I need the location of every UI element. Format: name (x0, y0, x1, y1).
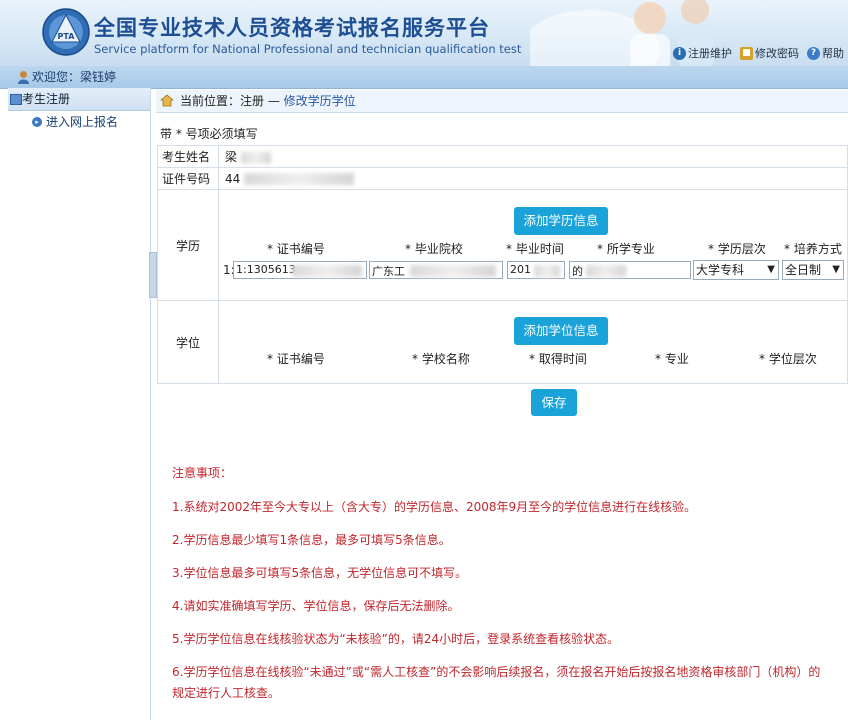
help-link[interactable]: ? 帮助 (807, 45, 844, 61)
logo-lettering: PTA (58, 32, 76, 41)
help-icon: ? (807, 46, 820, 60)
degree-block: 添加学位信息 * 证书编号 * 学校名称 * 取得时间 * 专业 * 学位层次 (218, 300, 848, 384)
name-value-cell: 梁 (218, 145, 848, 168)
level-select[interactable]: 大学专科 ▼ (693, 260, 779, 280)
education-block: 添加学历信息 * 证书编号 * 毕业院校 * 毕业时间 * 所学专业 * 学历层… (218, 189, 848, 301)
user-edit-icon: i (673, 46, 686, 60)
sidebar-item-online-registration[interactable]: ▸ 进入网上报名 (8, 111, 150, 133)
sidebar: 考生注册 ▸ 进入网上报名 (8, 88, 151, 720)
cert-no-input[interactable]: 1:1305613 (233, 261, 367, 279)
home-icon (160, 94, 174, 107)
breadcrumb-separator: — (264, 94, 284, 108)
pta-logo: PTA (42, 8, 90, 56)
notice-item-5: 5.学历学位信息在线核验状态为“未核验”的，请24小时后，登录系统查看核验状态。 (172, 632, 620, 646)
school-input[interactable]: 广东工 (369, 261, 503, 279)
col-major: * 所学专业 (597, 242, 655, 256)
chevron-down-icon: ▼ (767, 264, 775, 275)
col-level: * 学历层次 (708, 242, 766, 256)
header-links: i 注册维护 ■ 修改密码 ? 帮助 (673, 45, 844, 61)
redacted-name (240, 151, 271, 164)
major-input[interactable]: 的 (569, 261, 691, 279)
required-note: 带 * 号项必须填写 (160, 127, 258, 141)
school-value: 广东工 (372, 265, 405, 278)
notice-item-4: 4.请如实准确填写学历、学位信息，保存后无法删除。 (172, 599, 460, 613)
col-school: * 毕业院校 (405, 242, 463, 256)
breadcrumb: 当前位置：注册 — 修改学历学位 (156, 90, 848, 113)
change-password-link[interactable]: ■ 修改密码 (740, 45, 799, 61)
notice-item-3: 3.学位信息最多可填写5条信息，无学位信息可不填写。 (172, 566, 468, 580)
add-degree-button[interactable]: 添加学位信息 (514, 317, 608, 345)
sidebar-header[interactable]: 考生注册 (8, 88, 150, 111)
cert-no-value: 1:1305613 (236, 263, 296, 276)
sidebar-header-label: 考生注册 (22, 92, 71, 106)
degree-label: 学位 (157, 300, 219, 384)
welcome-text: 欢迎您：梁钰婷 (32, 70, 117, 84)
add-education-button[interactable]: 添加学历信息 (514, 207, 608, 235)
col-degree-major: * 专业 (655, 352, 689, 366)
grad-time-value: 201 (510, 263, 531, 276)
col-degree-level: * 学位层次 (759, 352, 817, 366)
notice-item-2: 2.学历信息最少填写1条信息，最多可填写5条信息。 (172, 533, 451, 547)
site-header: PTA 全国专业技术人员资格考试报名服务平台 Service platform … (0, 0, 848, 66)
redacted-cert (292, 265, 362, 277)
name-label: 考生姓名 (157, 145, 219, 168)
folder-icon (10, 94, 22, 105)
education-form-table: 考生姓名 梁 证件号码 44 学历 添加学历信息 * 证书编号 * 毕业院校 *… (157, 145, 848, 384)
notice-item-1: 1.系统对2002年至今大专以上（含大专）的学历信息、2008年9月至今的学位信… (172, 500, 697, 514)
breadcrumb-current[interactable]: 修改学历学位 (284, 94, 356, 108)
notice-item-6: 6.学历学位信息在线核验“未通过”或“需人工核查”的不会影响后续报名，须在报名开… (172, 665, 821, 679)
major-value: 的 (572, 265, 583, 278)
register-maintain-label: 注册维护 (688, 47, 732, 60)
notice-item-6-cont: 规定进行人工核查。 (172, 686, 281, 700)
education-label: 学历 (157, 189, 219, 301)
notice-title: 注意事项： (172, 466, 233, 480)
welcome-bar: 欢迎您：梁钰婷 (0, 66, 848, 89)
save-button[interactable]: 保存 (531, 389, 577, 416)
redacted-school (410, 265, 496, 277)
chevron-down-icon: ▼ (832, 264, 840, 275)
help-label: 帮助 (822, 47, 844, 60)
arrow-circle-icon: ▸ (32, 117, 42, 127)
col-mode: * 培养方式 (784, 242, 842, 256)
redacted-id (244, 173, 355, 185)
site-subtitle: Service platform for National Profession… (94, 42, 522, 56)
sidebar-item-label: 进入网上报名 (46, 115, 119, 129)
id-label: 证件号码 (157, 167, 219, 190)
id-value-cell: 44 (218, 167, 848, 190)
sidebar-splitter[interactable] (149, 252, 157, 298)
site-title: 全国专业技术人员资格考试报名服务平台 (94, 16, 490, 40)
breadcrumb-text: 当前位置：注册 — 修改学历学位 (180, 90, 356, 112)
user-icon (18, 71, 29, 84)
col-degree-school: * 学校名称 (412, 352, 470, 366)
redacted-grad-time (534, 265, 560, 277)
register-maintain-link[interactable]: i 注册维护 (673, 45, 732, 61)
change-password-label: 修改密码 (755, 47, 799, 60)
redacted-major (586, 265, 626, 277)
grad-time-input[interactable]: 201 (507, 261, 565, 279)
id-value: 44 (225, 171, 241, 186)
breadcrumb-prefix: 当前位置：注册 (180, 94, 265, 108)
mode-value: 全日制 (785, 263, 822, 277)
col-cert-no: * 证书编号 (267, 242, 325, 256)
col-degree-time: * 取得时间 (529, 352, 587, 366)
col-grad-time: * 毕业时间 (506, 242, 564, 256)
level-value: 大学专科 (696, 263, 745, 277)
mode-select[interactable]: 全日制 ▼ (782, 260, 844, 280)
name-value: 梁 (225, 150, 238, 164)
col-degree-cert-no: * 证书编号 (267, 352, 325, 366)
lock-icon: ■ (740, 46, 753, 60)
